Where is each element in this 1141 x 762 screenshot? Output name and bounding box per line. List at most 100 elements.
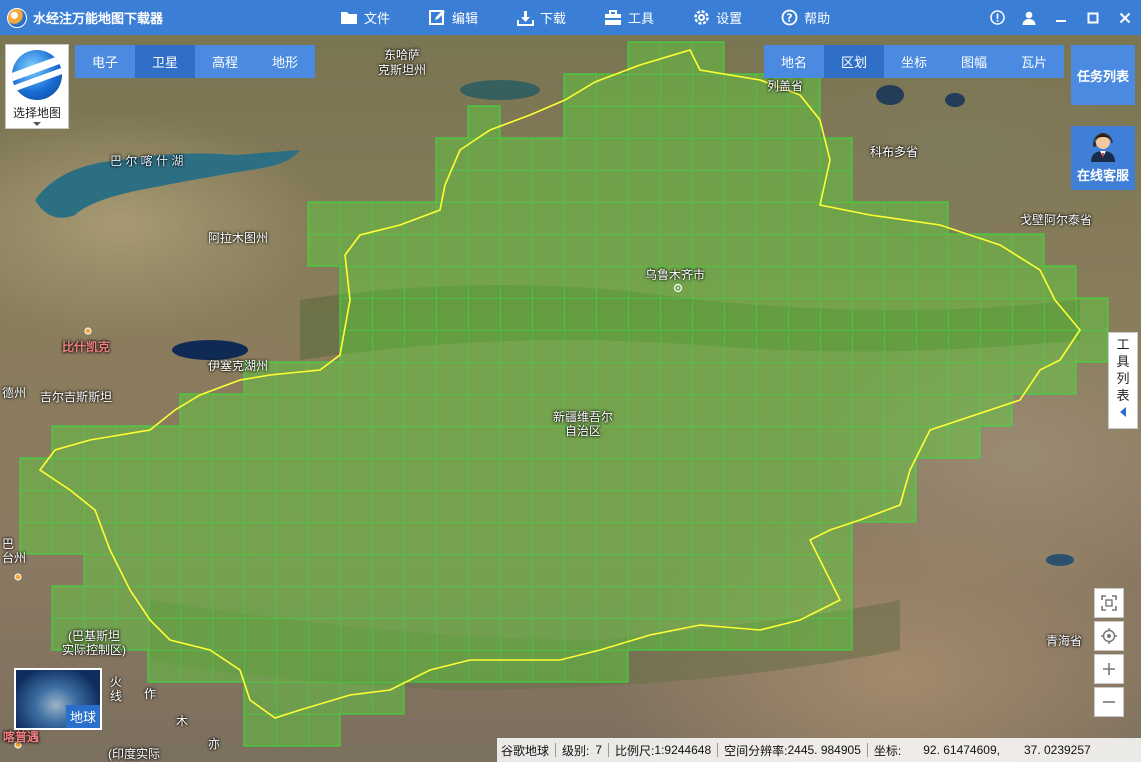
menu-help[interactable]: ? 帮助 xyxy=(780,8,830,27)
lake-zaysan xyxy=(460,80,540,100)
label-govi-altai: 戈壁阿尔泰省 xyxy=(1020,213,1093,227)
fullscreen-icon xyxy=(1101,595,1117,611)
task-list-button[interactable]: 任务列表 xyxy=(1071,45,1135,105)
layer-placename[interactable]: 地名 xyxy=(764,45,824,78)
maximize-icon xyxy=(1087,12,1099,23)
info-button[interactable] xyxy=(981,0,1013,35)
label-west-edge: 德州 xyxy=(2,386,27,400)
menu-tools-label: 工具 xyxy=(628,11,655,26)
window-controls xyxy=(981,0,1141,35)
toolbox-icon xyxy=(604,9,622,26)
bishkek-marker xyxy=(84,327,92,335)
tab-electronic[interactable]: 电子 xyxy=(75,45,135,78)
menu-tools[interactable]: 工具 xyxy=(604,8,654,27)
tab-satellite[interactable]: 卫星 xyxy=(135,45,195,78)
status-coord-label: 坐标: xyxy=(873,743,902,758)
label-char-3: 亦 xyxy=(208,737,221,751)
chevron-left-icon xyxy=(1120,407,1126,417)
map-view[interactable]: 东哈萨 克斯坦州 巴 尔 喀 什 湖 阿拉木图州 比什凯克 伊塞克湖州 吉尔吉斯… xyxy=(0,35,1141,762)
status-bar: 谷歌地球 级别: 7 比例尺: 1:9244648 空间分辨率: 2445. 9… xyxy=(497,738,1141,762)
map-type-tabs: 电子 卫星 高程 地形 xyxy=(75,45,315,78)
status-level-label: 级别: xyxy=(562,743,590,758)
lake-qinghai xyxy=(1046,554,1074,566)
gear-icon xyxy=(692,10,710,26)
status-longitude: 92. 61474609, xyxy=(923,743,1000,757)
map-canvas xyxy=(14,41,1109,749)
label-balkhash: 巴 尔 喀 什 湖 xyxy=(110,154,184,168)
tab-elevation[interactable]: 高程 xyxy=(195,45,255,78)
lake-mongolia-1 xyxy=(876,85,904,105)
close-button[interactable] xyxy=(1109,0,1141,35)
customer-service-button[interactable]: 在线客服 xyxy=(1071,126,1135,190)
label-bishkek: 比什凯克 xyxy=(62,340,111,354)
map-select-button[interactable]: 选择地图 xyxy=(5,44,69,129)
label-urumqi: 乌鲁木齐市 xyxy=(645,268,706,282)
status-latitude: 37. 0239257 xyxy=(1023,743,1091,757)
status-resolution: 2445. 984905 xyxy=(787,743,861,757)
layer-tile[interactable]: 瓦片 xyxy=(1004,45,1064,78)
download-icon xyxy=(516,10,534,26)
menu-help-label: 帮助 xyxy=(804,11,831,26)
layer-division[interactable]: 区划 xyxy=(824,45,884,78)
app-title: 水经注万能地图下载器 xyxy=(33,11,164,26)
label-fire-line: 火 线 xyxy=(110,675,123,703)
map-select-label: 选择地图 xyxy=(12,106,61,120)
label-qinghai: 青海省 xyxy=(1046,634,1083,648)
zoom-in-button[interactable] xyxy=(1094,654,1124,684)
info-icon xyxy=(989,10,1005,25)
menu-settings-label: 设置 xyxy=(716,11,743,26)
zoom-out-button[interactable] xyxy=(1094,687,1124,717)
close-icon xyxy=(1119,12,1131,23)
label-char-2: 木 xyxy=(176,714,189,728)
user-icon xyxy=(1022,11,1036,25)
maximize-button[interactable] xyxy=(1077,0,1109,35)
minus-icon xyxy=(1103,701,1115,703)
fullscreen-button[interactable] xyxy=(1094,588,1124,618)
agent-avatar-icon xyxy=(1088,130,1118,162)
menu-file-label: 文件 xyxy=(364,11,391,26)
status-scale: 1:9244648 xyxy=(654,743,712,757)
chevron-down-icon xyxy=(33,122,41,126)
earth-view-button[interactable]: 地球 xyxy=(14,668,102,730)
label-char-1: 作 xyxy=(144,687,157,701)
minimize-icon xyxy=(1056,19,1066,22)
label-east-kazakhstan: 东哈萨 克斯坦州 xyxy=(378,48,427,77)
label-xinjiang: 新疆维吾尔 自治区 xyxy=(553,410,614,438)
label-uvs: 列盖省 xyxy=(767,79,804,93)
locate-icon xyxy=(1101,628,1117,644)
menu-download[interactable]: 下载 xyxy=(516,8,566,27)
tab-terrain[interactable]: 地形 xyxy=(255,45,315,78)
label-khovd: 科布多省 xyxy=(870,145,919,159)
lake-mongolia-2 xyxy=(945,93,965,107)
menu-file[interactable]: 文件 xyxy=(340,8,390,27)
layer-sheet[interactable]: 图幅 xyxy=(944,45,1004,78)
minimize-button[interactable] xyxy=(1045,0,1077,35)
folder-icon xyxy=(340,10,358,26)
menu-settings[interactable]: 设置 xyxy=(692,8,742,27)
menu-bar: 文件 编辑 下载 工具 设置 ? 帮助 xyxy=(340,0,868,35)
plus-icon xyxy=(1103,663,1115,675)
label-kyrgyzstan: 吉尔吉斯斯坦 xyxy=(40,390,113,404)
menu-download-label: 下载 xyxy=(540,11,567,26)
label-kashmir: 喀普遇 xyxy=(3,730,40,744)
label-issyk-kul: 伊塞克湖州 xyxy=(208,359,269,373)
west-marker xyxy=(14,573,22,581)
label-pakistan-control: (巴基斯坦 实际控制区) xyxy=(62,629,126,657)
menu-edit-label: 编辑 xyxy=(452,11,479,26)
layer-tabs: 地名 区划 坐标 图幅 瓦片 xyxy=(764,45,1064,78)
layer-coordinate[interactable]: 坐标 xyxy=(884,45,944,78)
menu-edit[interactable]: 编辑 xyxy=(428,8,478,27)
app-logo-icon xyxy=(7,7,27,28)
help-icon: ? xyxy=(780,9,798,26)
locate-button[interactable] xyxy=(1094,621,1124,651)
label-almaty: 阿拉木图州 xyxy=(208,231,269,245)
tool-list-button[interactable]: 工具列表 xyxy=(1108,332,1138,429)
customer-service-label: 在线客服 xyxy=(1076,168,1129,183)
tool-list-label: 工具列表 xyxy=(1116,337,1130,403)
earth-label: 地球 xyxy=(65,705,100,728)
status-source: 谷歌地球 xyxy=(501,743,550,758)
globe-icon xyxy=(12,50,62,100)
user-button[interactable] xyxy=(1013,0,1045,35)
status-scale-label: 比例尺: xyxy=(615,743,655,758)
label-india-control: (印度实际 xyxy=(108,747,160,761)
